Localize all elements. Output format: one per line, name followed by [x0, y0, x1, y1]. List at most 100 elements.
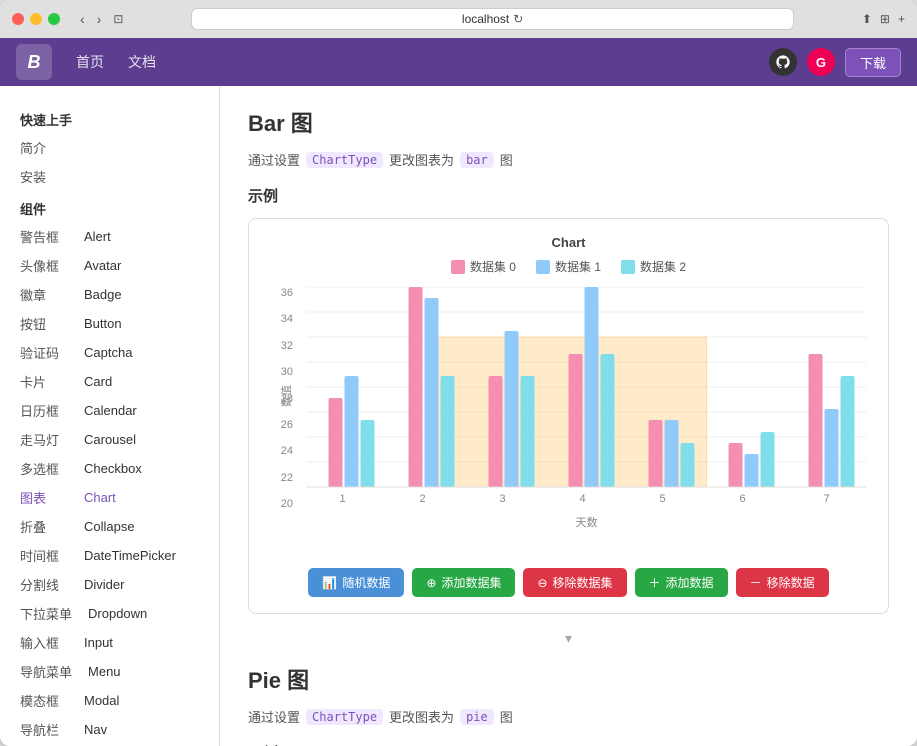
- sidebar-item-input[interactable]: 输入框 Input: [0, 628, 219, 657]
- nav-home[interactable]: 首页: [76, 52, 104, 72]
- new-tab-button[interactable]: ⊞: [880, 12, 890, 26]
- share-button[interactable]: ⬆: [862, 12, 872, 26]
- social-icon[interactable]: G: [807, 48, 835, 76]
- desc-pre: 通过设置: [248, 150, 300, 169]
- sidebar-item-card[interactable]: 卡片 Card: [0, 367, 219, 396]
- sidebar-item-alert[interactable]: 警告框 Alert: [0, 222, 219, 251]
- sidebar-card-zh: 卡片: [20, 372, 68, 391]
- y-label-32: 32: [281, 340, 293, 352]
- app-navbar: B 首页 文档 G 下载: [0, 38, 917, 86]
- sidebar: 快速上手 简介 安装 组件 警告框 Alert 头像框 Avatar 徽章 Ba…: [0, 86, 220, 746]
- pie-description: 通过设置 ChartType 更改图表为 pie 图: [248, 707, 889, 726]
- github-icon[interactable]: [769, 48, 797, 76]
- legend-item-2: 数据集 2: [621, 258, 686, 275]
- sidebar-alert-zh: 警告框: [20, 227, 68, 246]
- random-data-button[interactable]: 📊 随机数据: [308, 568, 404, 597]
- legend-label-2: 数据集 2: [640, 258, 686, 275]
- add-dataset-button[interactable]: ⊕ 添加数据集: [412, 568, 515, 597]
- close-button[interactable]: [12, 13, 24, 25]
- y-label-22: 22: [281, 472, 293, 484]
- sidebar-item-chart[interactable]: 图表 Chart: [0, 483, 219, 512]
- legend-label-0: 数据集 0: [470, 258, 516, 275]
- sidebar-item-collapse[interactable]: 折叠 Collapse: [0, 512, 219, 541]
- sidebar-divider-en: Divider: [84, 577, 124, 592]
- sidebar-dropdown-en: Dropdown: [88, 606, 147, 621]
- sidebar-button-zh: 按钮: [20, 314, 68, 333]
- remove-data-icon: －: [750, 574, 762, 591]
- sidebar-collapse-en: Collapse: [84, 519, 135, 534]
- sidebar-badge-en: Badge: [84, 287, 122, 302]
- svg-text:7: 7: [823, 493, 829, 505]
- pie-desc-code2: pie: [460, 709, 494, 725]
- sidebar-item-checkbox[interactable]: 多选框 Checkbox: [0, 454, 219, 483]
- add-tab-button[interactable]: +: [898, 12, 905, 26]
- y-label-34: 34: [281, 313, 293, 325]
- sidebar-item-divider[interactable]: 分割线 Divider: [0, 570, 219, 599]
- bar-example-label: 示例: [248, 185, 889, 206]
- bar-description: 通过设置 ChartType 更改图表为 bar 图: [248, 150, 889, 169]
- sidebar-calendar-en: Calendar: [84, 403, 137, 418]
- sidebar-item-install[interactable]: 安装: [0, 162, 219, 191]
- sidebar-card-en: Card: [84, 374, 112, 389]
- pie-desc-code1: ChartType: [306, 709, 383, 725]
- bar-chart-container: Chart 数据集 0 数据集 1 数据集 2: [248, 218, 889, 614]
- legend-item-0: 数据集 0: [451, 258, 516, 275]
- sidebar-item-modal[interactable]: 模态框 Modal: [0, 686, 219, 715]
- sidebar-item-captcha[interactable]: 验证码 Captcha: [0, 338, 219, 367]
- download-button[interactable]: 下载: [845, 48, 901, 77]
- svg-text:2: 2: [419, 493, 425, 505]
- sidebar-item-badge[interactable]: 徽章 Badge: [0, 280, 219, 309]
- svg-text:6: 6: [739, 493, 745, 505]
- add-dataset-icon: ⊕: [426, 576, 436, 590]
- address-bar[interactable]: localhost ↻: [191, 8, 793, 30]
- desc-code2: bar: [460, 152, 494, 168]
- sidebar-item-avatar[interactable]: 头像框 Avatar: [0, 251, 219, 280]
- components-title: 组件: [0, 191, 219, 222]
- sidebar-collapse-zh: 折叠: [20, 517, 68, 536]
- sidebar-item-nav[interactable]: 导航栏 Nav: [0, 715, 219, 744]
- quick-start-title: 快速上手: [0, 102, 219, 133]
- forward-button[interactable]: ›: [93, 9, 106, 29]
- traffic-lights: [12, 13, 60, 25]
- back-button[interactable]: ‹: [76, 9, 89, 29]
- svg-text:5: 5: [659, 493, 665, 505]
- collapse-arrow[interactable]: ▾: [248, 630, 889, 647]
- sidebar-item-menu[interactable]: 导航菜单 Menu: [0, 657, 219, 686]
- sidebar-item-dropdown[interactable]: 下拉菜单 Dropdown: [0, 599, 219, 628]
- sidebar-captcha-en: Captcha: [84, 345, 132, 360]
- pie-section-title: Pie 图: [248, 663, 889, 695]
- sidebar-avatar-zh: 头像框: [20, 256, 68, 275]
- sidebar-item-calendar[interactable]: 日历框 Calendar: [0, 396, 219, 425]
- pie-desc-post: 图: [500, 707, 513, 726]
- sidebar-modal-en: Modal: [84, 693, 119, 708]
- remove-dataset-button[interactable]: ⊖ 移除数据集: [523, 568, 626, 597]
- brand-logo[interactable]: B: [16, 44, 52, 80]
- sidebar-item-datetimepicker[interactable]: 时间框 DateTimePicker: [0, 541, 219, 570]
- legend-item-1: 数据集 1: [536, 258, 601, 275]
- chart-title: Chart: [265, 235, 872, 250]
- maximize-button[interactable]: [48, 13, 60, 25]
- sidebar-datetimepicker-en: DateTimePicker: [84, 548, 176, 563]
- sidebar-intro-zh: 简介: [20, 138, 68, 157]
- window-view-button[interactable]: ⊡: [113, 12, 123, 26]
- remove-data-button[interactable]: － 移除数据: [736, 568, 829, 597]
- y-label-36: 36: [281, 287, 293, 299]
- desc-code1: ChartType: [306, 152, 383, 168]
- nav-docs[interactable]: 文档: [128, 52, 156, 72]
- sidebar-captcha-zh: 验证码: [20, 343, 68, 362]
- sidebar-item-intro[interactable]: 简介: [0, 133, 219, 162]
- minimize-button[interactable]: [30, 13, 42, 25]
- add-data-button[interactable]: ＋ 添加数据: [635, 568, 728, 597]
- sidebar-dropdown-zh: 下拉菜单: [20, 604, 72, 623]
- sidebar-divider-zh: 分割线: [20, 575, 68, 594]
- svg-text:1: 1: [339, 493, 345, 505]
- y-label-24: 24: [281, 445, 293, 457]
- sidebar-badge-zh: 徽章: [20, 285, 68, 304]
- sidebar-item-carousel[interactable]: 走马灯 Carousel: [0, 425, 219, 454]
- chart-plot-area: 1 2 3 4 5 6 7 数值: [301, 287, 872, 510]
- sidebar-item-button[interactable]: 按钮 Button: [0, 309, 219, 338]
- chart-wrapper: 36 34 32 30 28 26 24 22 20: [265, 287, 872, 558]
- reload-icon[interactable]: ↻: [513, 12, 523, 26]
- titlebar: ‹ › ⊡ localhost ↻ ⬆ ⊞ +: [0, 0, 917, 38]
- nav-buttons: ‹ ›: [76, 9, 105, 29]
